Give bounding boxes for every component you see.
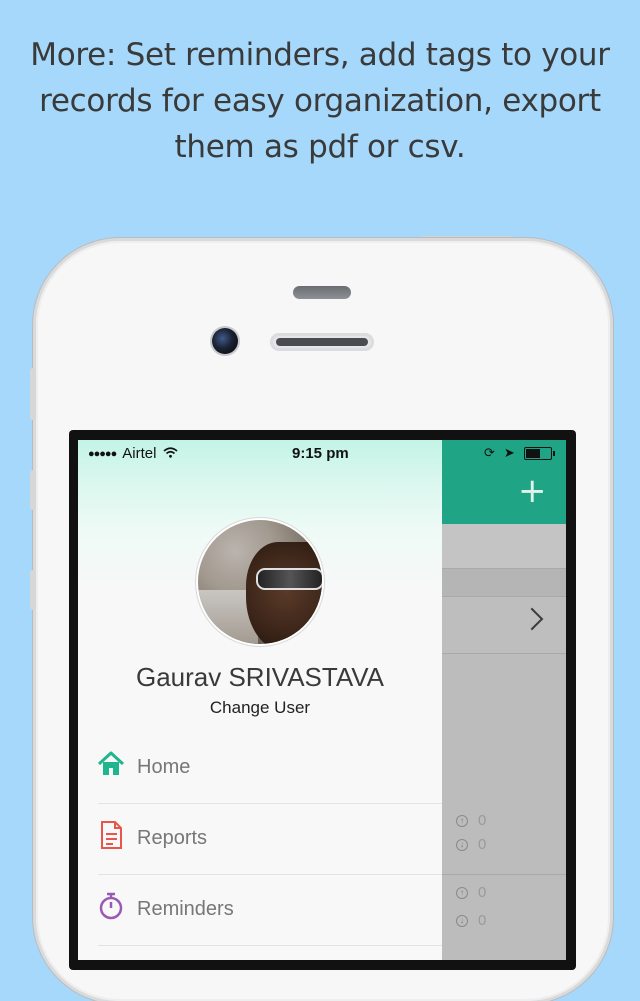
- stat-value: 0: [478, 912, 487, 929]
- stat-value: 0: [478, 836, 487, 853]
- status-bar-left: ●●●●● Airtel: [88, 445, 178, 462]
- menu-item-reminders[interactable]: Reminders: [78, 876, 442, 946]
- earpiece: [270, 333, 374, 351]
- avatar-face: [246, 542, 322, 644]
- menu-divider: [98, 803, 442, 804]
- menu-item-reports[interactable]: Reports: [78, 805, 442, 875]
- front-camera: [212, 328, 238, 354]
- arrow-down-icon: ↓: [456, 838, 468, 851]
- stat-value: 0: [478, 884, 487, 901]
- mute-switch: [30, 368, 36, 420]
- battery-icon: [523, 446, 555, 460]
- document-icon: [96, 820, 126, 850]
- top-speaker: [293, 286, 351, 299]
- menu-item-home[interactable]: Home: [78, 734, 442, 804]
- phone-screen: + ↑ 0 ↓ 0 ↑ 0 ↓ 0 ⟳ ➤ ●●●●● Airtel 9:15 …: [78, 440, 566, 960]
- rotation-lock-icon: ⟳: [484, 445, 495, 460]
- app-section-header: [442, 569, 566, 597]
- volume-down-button: [30, 570, 36, 610]
- add-button[interactable]: +: [518, 474, 547, 508]
- app-row: [442, 524, 566, 569]
- avatar[interactable]: [198, 520, 322, 644]
- change-user-link[interactable]: Change User: [78, 698, 442, 718]
- menu-label: Home: [137, 756, 191, 778]
- volume-up-button: [30, 470, 36, 510]
- arrow-up-icon: ↑: [456, 814, 468, 827]
- user-name: Gaurav SRIVASTAVA: [135, 662, 385, 692]
- menu-divider: [98, 874, 442, 875]
- stopwatch-icon: [96, 891, 126, 921]
- promo-headline: More: Set reminders, add tags to your re…: [30, 37, 610, 165]
- arrow-down-icon: ↓: [456, 914, 468, 927]
- avatar-sunglasses: [256, 568, 322, 590]
- menu-divider: [98, 945, 442, 946]
- menu-label: Reports: [137, 827, 208, 849]
- status-time: 9:15 pm: [292, 445, 349, 462]
- stat-down: ↓ 0: [456, 912, 486, 929]
- location-icon: ➤: [503, 445, 515, 460]
- stat-down: ↓ 0: [456, 836, 486, 853]
- side-drawer: ●●●●● Airtel 9:15 pm Gaurav SRIVASTAVA C…: [78, 440, 442, 960]
- menu-label: Reminders: [137, 898, 234, 920]
- status-bar-right: ⟳ ➤: [484, 445, 555, 461]
- stat-up: ↑ 0: [456, 884, 486, 901]
- divider: [442, 874, 566, 875]
- stat-up: ↑ 0: [456, 812, 486, 829]
- wifi-icon: [163, 446, 178, 461]
- app-list-row[interactable]: [442, 597, 566, 654]
- signal-icon: ●●●●●: [88, 447, 117, 460]
- carrier-label: Airtel: [122, 445, 157, 462]
- arrow-up-icon: ↑: [456, 886, 468, 899]
- stat-value: 0: [478, 812, 487, 829]
- home-icon: [96, 749, 126, 779]
